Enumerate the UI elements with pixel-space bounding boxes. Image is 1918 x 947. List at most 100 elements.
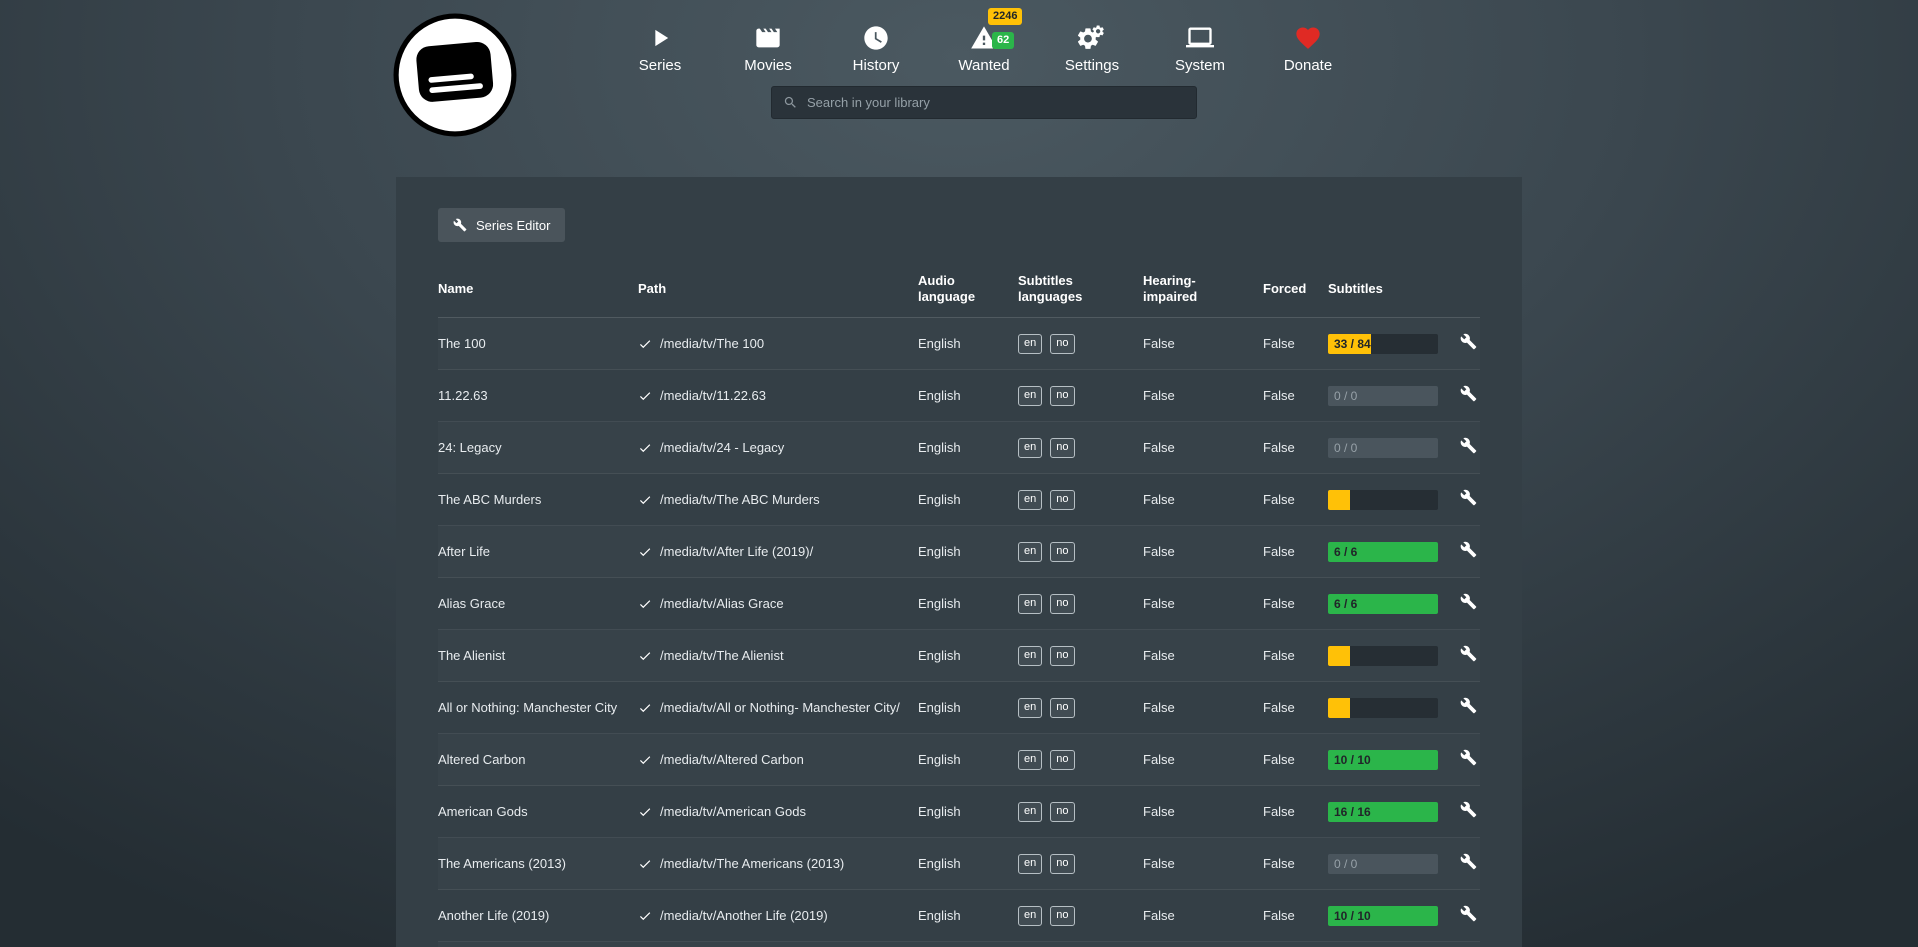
subtitle-languages: enno <box>1018 542 1143 562</box>
nav-item-history[interactable]: History <box>822 23 930 74</box>
table-row: 11.22.63/media/tv/11.22.63EnglishennoFal… <box>438 370 1480 422</box>
hearing-impaired-value: False <box>1143 596 1263 612</box>
column-header-forced: Forced <box>1263 281 1328 297</box>
wanted-badge-0: 2246 <box>988 8 1022 25</box>
table-row: The ABC Murders/media/tv/The ABC Murders… <box>438 474 1480 526</box>
series-name[interactable]: 24: Legacy <box>438 440 638 456</box>
language-badge: en <box>1018 750 1042 770</box>
subtitles-count: 33 / 84 <box>1334 336 1371 352</box>
series-path-text: /media/tv/The 100 <box>660 336 764 352</box>
nav-item-donate[interactable]: Donate <box>1254 23 1362 74</box>
subtitle-languages: enno <box>1018 802 1143 822</box>
forced-value: False <box>1263 648 1328 664</box>
nav-item-settings[interactable]: Settings <box>1038 23 1146 74</box>
row-actions <box>1460 385 1480 406</box>
nav-label-movies: Movies <box>744 57 792 74</box>
edit-series-button[interactable] <box>1460 645 1477 662</box>
subtitles-cell: 16 / 16 <box>1328 802 1458 822</box>
subtitles-progress-bar: 10 / 10 <box>1328 906 1438 926</box>
subtitles-count: 0 / 0 <box>1334 856 1357 872</box>
search-input[interactable] <box>807 95 1185 110</box>
subtitles-cell: 6 / 6 <box>1328 542 1458 562</box>
series-path: /media/tv/24 - Legacy <box>638 440 918 456</box>
series-name[interactable]: The Alienist <box>438 648 638 664</box>
table-row: All or Nothing: Manchester City/media/tv… <box>438 682 1480 734</box>
series-path-text: /media/tv/Alias Grace <box>660 596 784 612</box>
forced-value: False <box>1263 700 1328 716</box>
column-header-name: Name <box>438 281 638 297</box>
hearing-impaired-value: False <box>1143 804 1263 820</box>
series-name[interactable]: The 100 <box>438 336 638 352</box>
nav-item-movies[interactable]: Movies <box>714 23 822 74</box>
subtitles-cell: 0 / 0 <box>1328 386 1458 406</box>
series-name[interactable]: 11.22.63 <box>438 388 638 404</box>
edit-series-button[interactable] <box>1460 437 1477 454</box>
series-name[interactable]: The ABC Murders <box>438 492 638 508</box>
nav-label-history: History <box>853 57 900 74</box>
edit-series-button[interactable] <box>1460 749 1477 766</box>
subtitles-cell: 6 / 6 <box>1328 594 1458 614</box>
progress-fill <box>1328 698 1350 718</box>
series-path-text: /media/tv/24 - Legacy <box>660 440 784 456</box>
subtitles-progress-bar <box>1328 490 1438 510</box>
play-icon <box>646 23 674 53</box>
subtitle-languages: enno <box>1018 386 1143 406</box>
series-path-text: /media/tv/The Americans (2013) <box>660 856 844 872</box>
subtitles-count: 16 / 16 <box>1334 804 1371 820</box>
edit-series-button[interactable] <box>1460 541 1477 558</box>
row-actions <box>1460 437 1480 458</box>
nav-item-wanted[interactable]: 224662Wanted <box>930 23 1038 74</box>
check-icon <box>638 700 652 715</box>
language-badge: en <box>1018 854 1042 874</box>
series-path-text: /media/tv/After Life (2019)/ <box>660 544 813 560</box>
hearing-impaired-value: False <box>1143 700 1263 716</box>
language-badge: en <box>1018 386 1042 406</box>
nav-item-series[interactable]: Series <box>606 23 714 74</box>
language-badge: en <box>1018 542 1042 562</box>
series-path: /media/tv/After Life (2019)/ <box>638 544 918 560</box>
series-name[interactable]: Alias Grace <box>438 596 638 612</box>
film-icon <box>754 23 782 53</box>
series-path: /media/tv/The Americans (2013) <box>638 856 918 872</box>
series-name[interactable]: Altered Carbon <box>438 752 638 768</box>
series-name[interactable]: Another Life (2019) <box>438 908 638 924</box>
edit-series-button[interactable] <box>1460 697 1477 714</box>
series-name[interactable]: The Americans (2013) <box>438 856 638 872</box>
app-logo-icon <box>393 13 517 137</box>
table-row: The Alienist/media/tv/The AlienistEnglis… <box>438 630 1480 682</box>
audio-language: English <box>918 908 1018 924</box>
edit-series-button[interactable] <box>1460 853 1477 870</box>
subtitles-progress-bar: 6 / 6 <box>1328 542 1438 562</box>
edit-series-button[interactable] <box>1460 593 1477 610</box>
audio-language: English <box>918 804 1018 820</box>
edit-series-button[interactable] <box>1460 801 1477 818</box>
edit-series-button[interactable] <box>1460 489 1477 506</box>
subtitles-progress-bar: 33 / 84 <box>1328 334 1438 354</box>
wrench-icon <box>1460 754 1477 769</box>
series-name[interactable]: After Life <box>438 544 638 560</box>
row-actions <box>1460 489 1480 510</box>
forced-value: False <box>1263 336 1328 352</box>
series-name[interactable]: All or Nothing: Manchester City <box>438 700 638 716</box>
edit-series-button[interactable] <box>1460 905 1477 922</box>
edit-series-button[interactable] <box>1460 333 1477 350</box>
series-editor-button[interactable]: Series Editor <box>438 208 565 242</box>
subtitles-count: 6 / 6 <box>1334 596 1357 612</box>
subtitle-languages: enno <box>1018 334 1143 354</box>
wanted-badge-1: 62 <box>992 32 1014 49</box>
nav-item-system[interactable]: System <box>1146 23 1254 74</box>
subtitles-cell: 33 / 84 <box>1328 334 1458 354</box>
subtitle-languages: enno <box>1018 854 1143 874</box>
language-badge: no <box>1050 854 1074 874</box>
progress-fill <box>1328 490 1350 510</box>
audio-language: English <box>918 856 1018 872</box>
column-header-audio-language: Audio language <box>918 273 980 305</box>
progress-fill <box>1328 646 1350 666</box>
edit-series-button[interactable] <box>1460 385 1477 402</box>
series-name[interactable]: American Gods <box>438 804 638 820</box>
subtitle-languages: enno <box>1018 438 1143 458</box>
app-logo[interactable] <box>393 13 517 137</box>
column-header-subtitles-languages: Subtitles languages <box>1018 273 1100 305</box>
row-actions <box>1460 541 1480 562</box>
subtitles-cell: 0 / 0 <box>1328 854 1458 874</box>
